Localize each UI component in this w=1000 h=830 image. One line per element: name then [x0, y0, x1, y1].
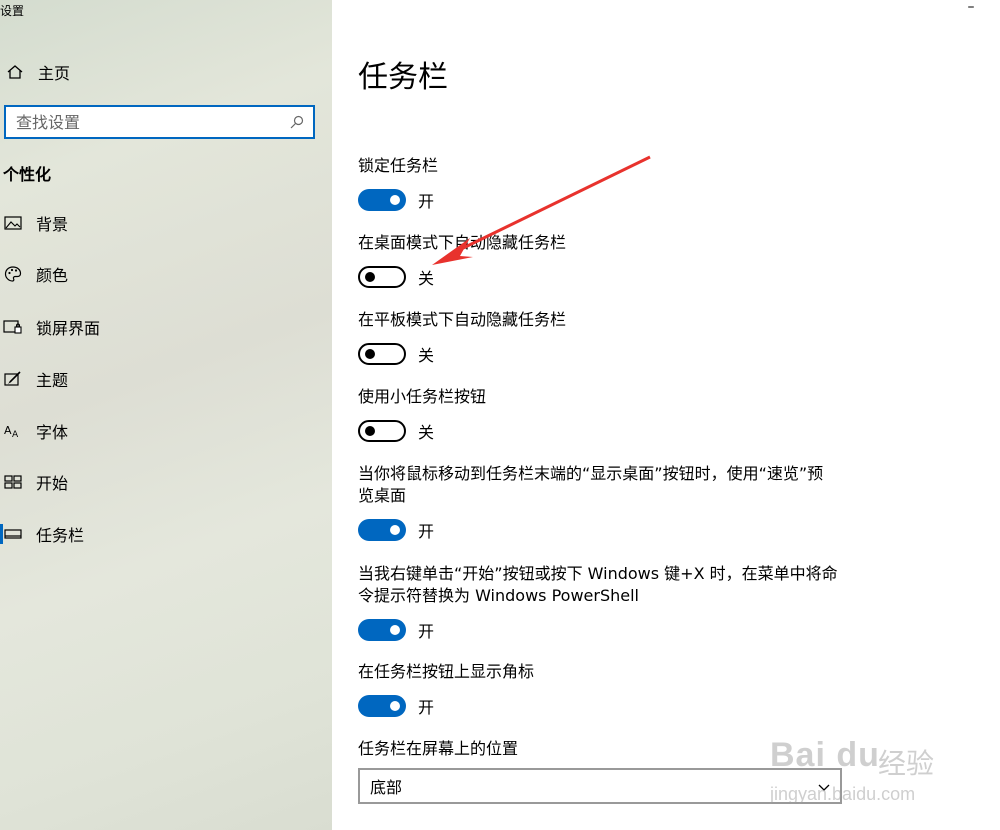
lock-taskbar-toggle[interactable]: [358, 189, 406, 211]
search-box[interactable]: [4, 105, 315, 139]
theme-brush-icon: [2, 368, 24, 390]
search-icon[interactable]: [289, 114, 305, 130]
sidebar-item-themes[interactable]: 主题: [2, 365, 322, 393]
toggle-knob: [390, 525, 400, 535]
small-buttons-toggle[interactable]: [358, 420, 406, 442]
toggle-state-text: 关: [418, 423, 435, 442]
section-heading: 个性化: [3, 165, 52, 184]
toggle-knob: [365, 426, 375, 436]
auto-hide-tablet-toggle[interactable]: [358, 343, 406, 365]
setting-small-buttons: 使用小任务栏按钮 关: [358, 386, 838, 442]
setting-label: 在桌面模式下自动隐藏任务栏: [358, 233, 567, 252]
sidebar-item-label: 锁屏界面: [36, 319, 101, 338]
lock-screen-icon: [2, 316, 24, 338]
setting-label: 任务栏在屏幕上的位置: [358, 739, 519, 758]
palette-icon: [2, 263, 24, 285]
sidebar-item-label: 主题: [36, 371, 69, 390]
baidu-watermark: Bai du 经验 jingyan.baidu.com: [770, 718, 970, 808]
sidebar-item-start[interactable]: 开始: [2, 468, 322, 496]
toggle-knob: [365, 349, 375, 359]
toggle-knob: [365, 272, 375, 282]
toggle-state-text: 关: [418, 269, 435, 288]
watermark-url: jingyan.baidu.com: [770, 784, 916, 804]
toggle-knob: [390, 195, 400, 205]
setting-label: 当我右键单击“开始”按钮或按下 Windows 键+X 时，在菜单中将命: [358, 564, 838, 583]
svg-text:A: A: [12, 430, 19, 439]
setting-label: 使用小任务栏按钮: [358, 387, 487, 406]
setting-peek-desktop: 当你将鼠标移动到任务栏末端的“显示桌面”按钮时，使用“速览”预 览桌面 开: [358, 463, 838, 541]
powershell-toggle[interactable]: [358, 619, 406, 641]
sidebar-item-colors[interactable]: 颜色: [2, 260, 322, 288]
sidebar-item-taskbar[interactable]: 任务栏: [0, 520, 322, 548]
main-content: – 任务栏 锁定任务栏 开 在桌面模式下自动隐藏任务栏 关 在平板模式下自动隐藏…: [332, 0, 1000, 830]
sidebar-item-label: 任务栏: [36, 526, 85, 545]
sidebar-item-label: 开始: [36, 474, 69, 493]
setting-label: 在任务栏按钮上显示角标: [358, 662, 535, 681]
toggle-state-text: 关: [418, 346, 435, 365]
minimize-button[interactable]: –: [964, 0, 978, 15]
sidebar-item-label: 背景: [36, 215, 69, 234]
toggle-knob: [390, 701, 400, 711]
watermark-cn: 经验: [878, 747, 935, 780]
toggle-state-text: 开: [418, 522, 435, 541]
setting-auto-hide-tablet: 在平板模式下自动隐藏任务栏 关: [358, 309, 838, 365]
sidebar-item-lock-screen[interactable]: 锁屏界面: [2, 313, 322, 341]
home-icon: [4, 61, 26, 83]
setting-label: 锁定任务栏: [358, 156, 439, 175]
toggle-state-text: 开: [418, 622, 435, 641]
peek-desktop-toggle[interactable]: [358, 519, 406, 541]
setting-lock-taskbar: 锁定任务栏 开: [358, 155, 838, 211]
font-icon: AA: [2, 420, 24, 442]
toggle-state-text: 开: [418, 698, 435, 717]
setting-powershell: 当我右键单击“开始”按钮或按下 Windows 键+X 时，在菜单中将命 令提示…: [358, 563, 838, 641]
window-title: 设置: [0, 4, 25, 18]
sidebar-item-home[interactable]: 主页: [4, 58, 70, 86]
background-picture-icon: [2, 212, 24, 234]
setting-label-cont: 览桌面: [358, 486, 407, 505]
sidebar-item-background[interactable]: 背景: [2, 209, 322, 237]
watermark-brand: Bai du: [770, 736, 880, 774]
setting-badges: 在任务栏按钮上显示角标 开: [358, 661, 838, 717]
sidebar-item-label: 字体: [36, 423, 69, 442]
auto-hide-desktop-toggle[interactable]: [358, 266, 406, 288]
badges-toggle[interactable]: [358, 695, 406, 717]
search-input[interactable]: [16, 112, 289, 132]
setting-label: 当你将鼠标移动到任务栏末端的“显示桌面”按钮时，使用“速览”预: [358, 464, 824, 483]
setting-auto-hide-desktop: 在桌面模式下自动隐藏任务栏 关: [358, 232, 838, 288]
svg-text:A: A: [4, 424, 12, 437]
dropdown-value: 底部: [370, 778, 403, 797]
sidebar-item-label: 颜色: [36, 266, 69, 285]
setting-label: 在平板模式下自动隐藏任务栏: [358, 310, 567, 329]
toggle-state-text: 开: [418, 192, 435, 211]
toggle-knob: [390, 625, 400, 635]
sidebar-item-fonts[interactable]: AA 字体: [2, 417, 322, 445]
sidebar-item-label: 主页: [38, 64, 71, 83]
start-grid-icon: [2, 471, 24, 493]
setting-position: 任务栏在屏幕上的位置: [358, 738, 838, 760]
sidebar: 设置 主页 个性化 背景 颜色 锁屏界面 主题: [0, 0, 332, 830]
page-title: 任务栏: [358, 60, 448, 95]
setting-label-cont: 令提示符替换为 Windows PowerShell: [358, 586, 640, 605]
taskbar-icon: [2, 523, 24, 545]
